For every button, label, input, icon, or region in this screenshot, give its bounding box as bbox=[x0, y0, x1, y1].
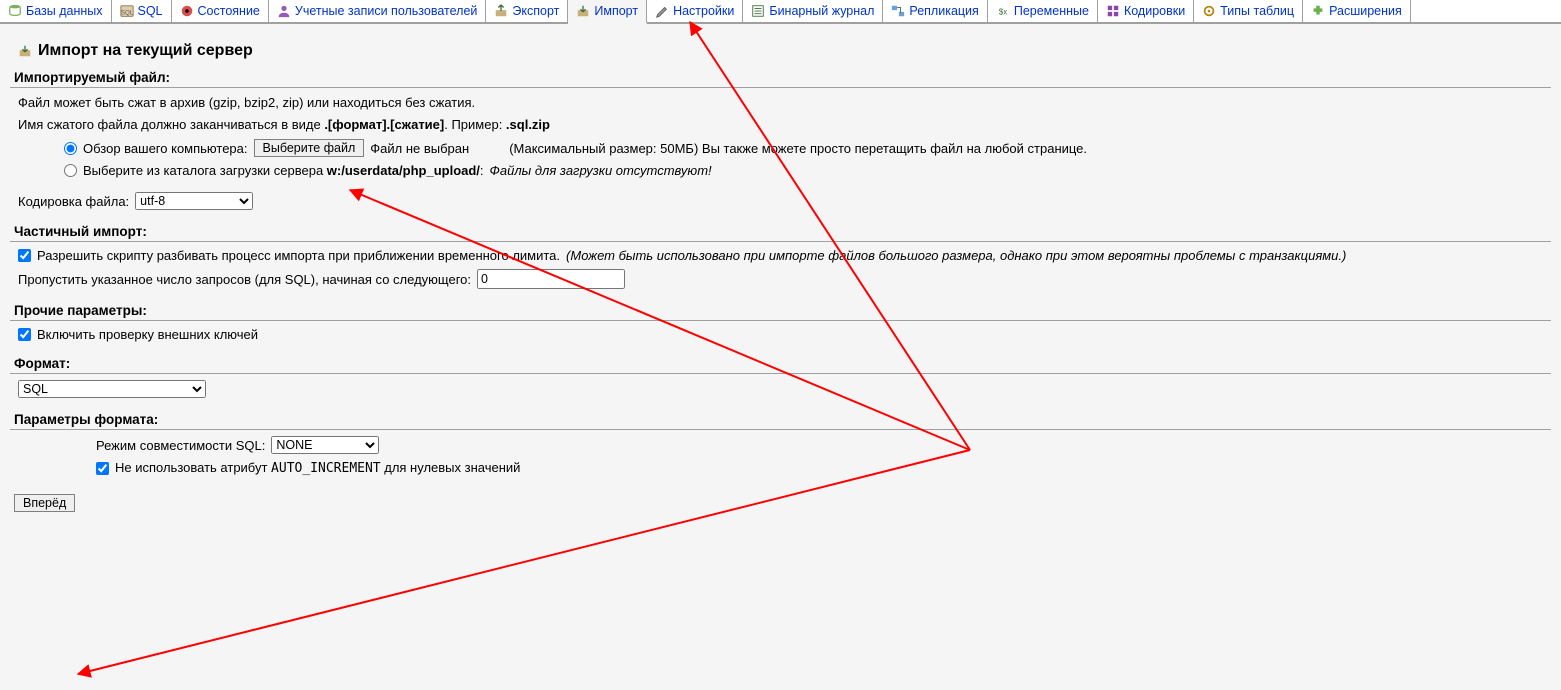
charset-row: Кодировка файла: utf-8 bbox=[18, 192, 1543, 210]
section-head: Частичный импорт: bbox=[10, 224, 1551, 242]
tab-replication[interactable]: Репликация bbox=[883, 0, 987, 22]
page-title-text: Импорт на текущий сервер bbox=[38, 42, 253, 60]
section-head: Параметры формата: bbox=[10, 412, 1551, 430]
skip-row: Пропустить указанное число запросов (для… bbox=[18, 269, 1543, 289]
tab-label: Бинарный журнал bbox=[769, 4, 874, 18]
section-head: Импортируемый файл: bbox=[10, 70, 1551, 88]
charset-select[interactable]: utf-8 bbox=[135, 192, 253, 210]
section-format-opts: Параметры формата: Режим совместимости S… bbox=[10, 412, 1551, 476]
engines-icon bbox=[1202, 4, 1216, 18]
fk-row: Включить проверку внешних ключей bbox=[18, 327, 1543, 342]
allow-interrupt-label: Разрешить скрипту разбивать процесс импо… bbox=[37, 248, 560, 263]
skip-input[interactable] bbox=[477, 269, 625, 289]
tab-settings[interactable]: Настройки bbox=[647, 0, 743, 22]
settings-icon bbox=[655, 4, 669, 18]
compat-row: Режим совместимости SQL: NONE bbox=[96, 436, 1543, 454]
replication-icon bbox=[891, 4, 905, 18]
tab-plugins[interactable]: Расширения bbox=[1303, 0, 1411, 22]
tab-label: Репликация bbox=[909, 4, 978, 18]
sql-icon: SQL bbox=[120, 4, 134, 18]
top-tabbar: Базы данных SQL SQL Состояние Учетные за… bbox=[0, 0, 1561, 24]
server-dir-row: Выберите из каталога загрузки сервера w:… bbox=[64, 163, 1543, 178]
server-dir-label: Выберите из каталога загрузки сервера bbox=[83, 163, 327, 178]
tab-label: Экспорт bbox=[512, 4, 559, 18]
allow-interrupt-checkbox[interactable] bbox=[18, 249, 31, 262]
tab-label: Расширения bbox=[1329, 4, 1402, 18]
svg-text:SQL: SQL bbox=[120, 10, 133, 17]
binlog-icon bbox=[751, 4, 765, 18]
page-title: Импорт на текущий сервер bbox=[18, 42, 1561, 60]
compat-select[interactable]: NONE bbox=[271, 436, 379, 454]
noautoinc-code: AUTO_INCREMENT bbox=[271, 461, 381, 476]
variables-icon: $x bbox=[996, 4, 1010, 18]
tab-label: Переменные bbox=[1014, 4, 1089, 18]
database-icon bbox=[8, 4, 22, 18]
file-compress-note: Файл может быть сжат в архив (gzip, bzip… bbox=[18, 94, 1543, 112]
users-icon bbox=[277, 4, 291, 18]
import-icon bbox=[576, 4, 590, 18]
charset-label: Кодировка файла: bbox=[18, 194, 129, 209]
no-file-text: Файл не выбран bbox=[370, 141, 469, 156]
skip-label: Пропустить указанное число запросов (для… bbox=[18, 272, 471, 287]
max-size-note: (Максимальный размер: 50МБ) Вы также мож… bbox=[509, 141, 1087, 156]
tab-label: Учетные записи пользователей bbox=[295, 4, 478, 18]
fk-label: Включить проверку внешних ключей bbox=[37, 327, 258, 342]
format-select[interactable]: SQL bbox=[18, 380, 206, 398]
server-dir-empty: Файлы для загрузки отсутствуют! bbox=[490, 163, 712, 178]
section-format: Формат: SQL bbox=[10, 356, 1551, 398]
charsets-icon bbox=[1106, 4, 1120, 18]
tab-export[interactable]: Экспорт bbox=[486, 0, 568, 22]
browse-label: Обзор вашего компьютера: bbox=[83, 141, 248, 156]
tab-label: SQL bbox=[138, 4, 163, 18]
tab-databases[interactable]: Базы данных bbox=[0, 0, 112, 22]
section-file: Импортируемый файл: Файл может быть сжат… bbox=[10, 70, 1551, 210]
tab-binlog[interactable]: Бинарный журнал bbox=[743, 0, 883, 22]
plugins-icon bbox=[1311, 4, 1325, 18]
svg-text:$x: $x bbox=[999, 8, 1007, 17]
section-head: Прочие параметры: bbox=[10, 303, 1551, 321]
tab-engines[interactable]: Типы таблиц bbox=[1194, 0, 1303, 22]
tab-users[interactable]: Учетные записи пользователей bbox=[269, 0, 487, 22]
format-row: SQL bbox=[18, 380, 1543, 398]
tab-label: Импорт bbox=[594, 4, 638, 18]
tab-label: Настройки bbox=[673, 4, 734, 18]
tab-import[interactable]: Импорт bbox=[568, 0, 647, 24]
fk-checkbox[interactable] bbox=[18, 328, 31, 341]
section-partial: Частичный импорт: Разрешить скрипту разб… bbox=[10, 224, 1551, 289]
tab-label: Базы данных bbox=[26, 4, 103, 18]
section-head: Формат: bbox=[10, 356, 1551, 374]
tab-label: Состояние bbox=[198, 4, 260, 18]
tab-status[interactable]: Состояние bbox=[172, 0, 269, 22]
choose-file-button[interactable]: Выберите файл bbox=[254, 139, 365, 157]
server-dir-path: w:/userdata/php_upload/ bbox=[327, 163, 480, 178]
noautoinc-label-b: для нулевых значений bbox=[381, 460, 521, 475]
noautoinc-row: Не использовать атрибут AUTO_INCREMENT д… bbox=[96, 460, 1543, 476]
radio-server-dir[interactable] bbox=[64, 164, 77, 177]
status-icon bbox=[180, 4, 194, 18]
export-icon bbox=[494, 4, 508, 18]
allow-interrupt-row: Разрешить скрипту разбивать процесс импо… bbox=[18, 248, 1543, 263]
compat-label: Режим совместимости SQL: bbox=[96, 438, 265, 453]
tab-charsets[interactable]: Кодировки bbox=[1098, 0, 1194, 22]
file-name-note: Имя сжатого файла должно заканчиваться в… bbox=[18, 116, 1543, 134]
radio-upload[interactable] bbox=[64, 142, 77, 155]
submit-button[interactable]: Вперёд bbox=[14, 494, 75, 512]
section-other: Прочие параметры: Включить проверку внеш… bbox=[10, 303, 1551, 342]
tab-label: Кодировки bbox=[1124, 4, 1185, 18]
tab-variables[interactable]: $x Переменные bbox=[988, 0, 1098, 22]
noautoinc-label-a: Не использовать атрибут bbox=[115, 460, 271, 475]
tab-label: Типы таблиц bbox=[1220, 4, 1294, 18]
import-icon bbox=[18, 44, 32, 58]
allow-interrupt-hint: (Может быть использовано при импорте фай… bbox=[566, 248, 1346, 263]
noautoinc-checkbox[interactable] bbox=[96, 462, 109, 475]
tab-sql[interactable]: SQL SQL bbox=[112, 0, 172, 22]
upload-row: Обзор вашего компьютера: Выберите файл Ф… bbox=[64, 139, 1543, 157]
